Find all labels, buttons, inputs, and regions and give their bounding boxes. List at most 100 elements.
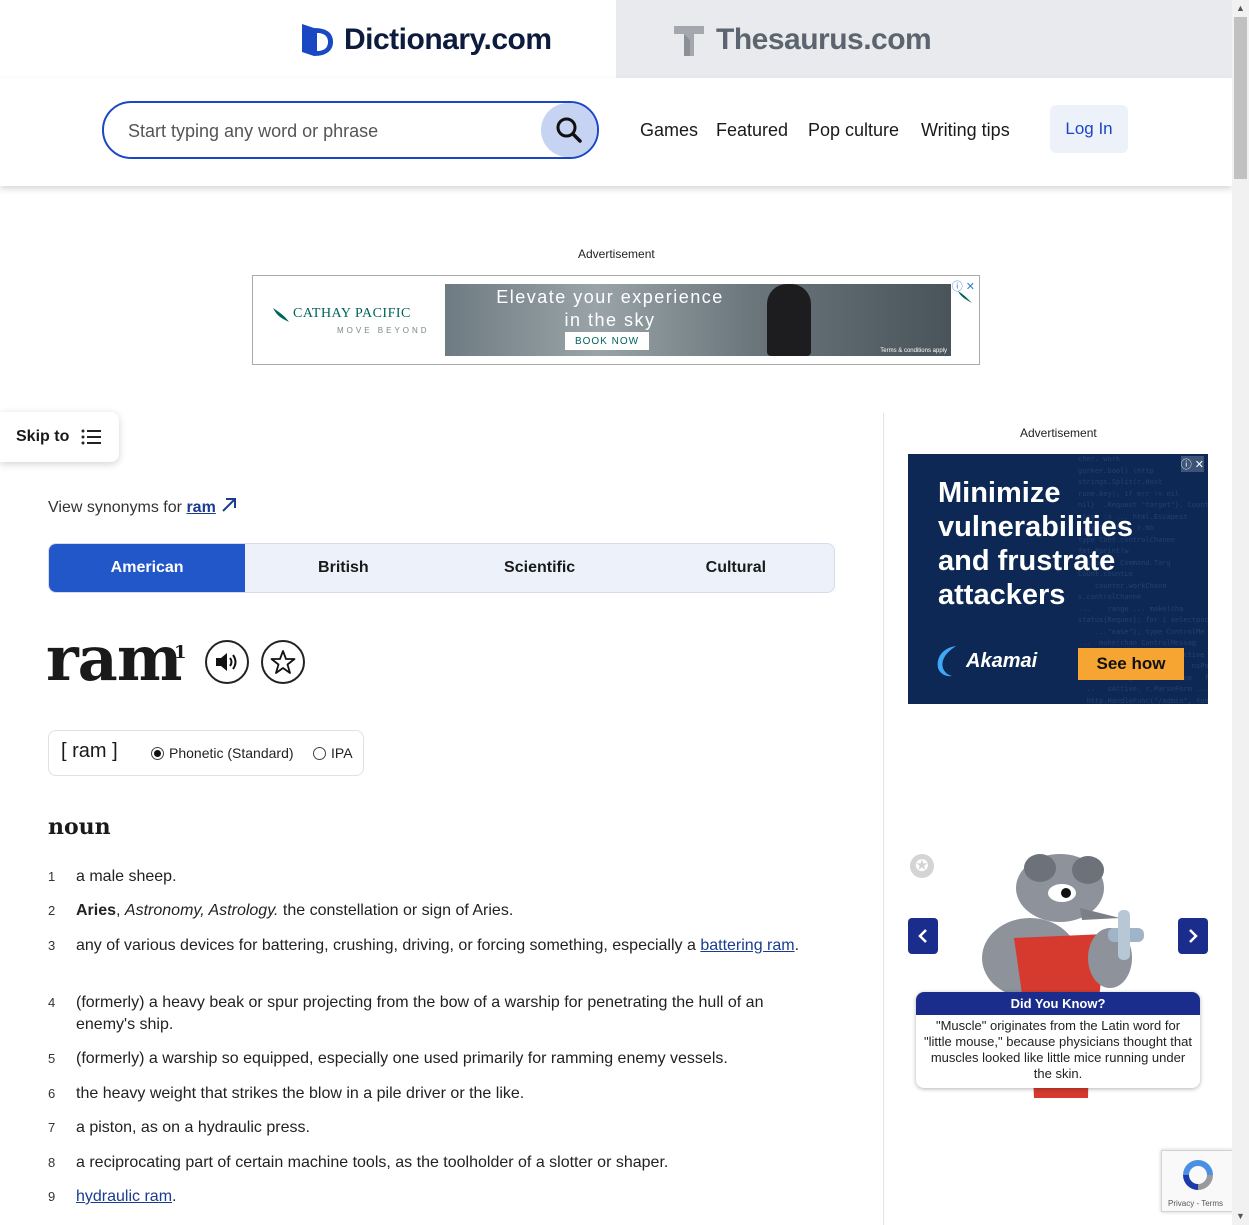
scroll-up-arrow-icon[interactable]: ▲ [1232, 0, 1249, 17]
dialect-tabs: American British Scientific Cultural [48, 543, 835, 593]
scroll-down-arrow-icon[interactable]: ▼ [1232, 1208, 1249, 1225]
favorite-button[interactable] [261, 640, 305, 684]
skip-to-label: Skip to [16, 428, 70, 445]
audio-button[interactable] [205, 640, 249, 684]
site-switcher: Dictionary.com Thesaurus.com [0, 0, 1232, 78]
cathay-terms: Terms & conditions apply [880, 348, 947, 354]
definition-text: any of various devices for battering, cr… [76, 937, 800, 954]
search-input[interactable] [128, 117, 528, 145]
nav-pop-culture[interactable]: Pop culture [808, 120, 899, 141]
search-icon [556, 117, 582, 143]
definition-text: Aries, Astronomy, Astrology. the constel… [76, 902, 514, 919]
nav-games[interactable]: Games [640, 120, 698, 141]
radio-ipa-label: IPA [331, 745, 353, 761]
akamai-cta-button[interactable]: See how [1078, 648, 1184, 680]
star-icon [270, 650, 296, 674]
skip-to-button[interactable]: Skip to [0, 412, 119, 462]
synonyms-prefix: View synonyms for [48, 499, 182, 516]
definition-text: hydraulic ram. [76, 1188, 177, 1205]
search-button[interactable] [541, 103, 597, 157]
definition-text: (formerly) a heavy beak or spur projecti… [76, 994, 764, 1033]
ad-label-side: Advertisement [1020, 426, 1097, 440]
did-you-know-widget: ✪ Did You Know? "Muscle" originates from… [908, 848, 1208, 1098]
page-scrollbar[interactable]: ▲ ▼ [1232, 0, 1249, 1225]
definition-number: 2 [48, 903, 56, 918]
dictionary-logo-icon [302, 24, 333, 56]
battering-ram-link[interactable]: battering ram [700, 937, 794, 954]
login-button[interactable]: Log In [1050, 105, 1128, 153]
nav-featured[interactable]: Featured [716, 120, 788, 141]
definition-number: 5 [48, 1051, 56, 1066]
header-bar: Games Featured Pop culture Writing tips … [0, 78, 1232, 186]
did-you-know-card[interactable]: Did You Know? "Muscle" originates from t… [916, 992, 1200, 1088]
nav-writing-tips[interactable]: Writing tips [921, 120, 1010, 141]
definition-number: 8 [48, 1155, 56, 1170]
definition-number: 9 [48, 1189, 56, 1204]
scroll-thumb[interactable] [1234, 17, 1247, 179]
akamai-logo: Akamai [934, 644, 1037, 678]
search-box [102, 101, 599, 159]
definition-text: the heavy weight that strikes the blow i… [76, 1085, 525, 1102]
akamai-headline: Minimize vulnerabilities and frustrate a… [938, 477, 1134, 611]
radio-ipa-control[interactable] [313, 746, 326, 760]
radio-phonetic-label: Phonetic (Standard) [169, 745, 294, 761]
pronunciation-text: [ ram ] [61, 740, 118, 762]
chevron-right-icon [1189, 929, 1198, 943]
thesaurus-logo-text: Thesaurus.com [716, 23, 932, 56]
definition-number: 3 [48, 938, 56, 953]
definition-number: 6 [48, 1086, 56, 1101]
list-icon [81, 429, 102, 445]
adchoices-icon[interactable]: ⓘ ✕ [1180, 456, 1204, 472]
cathay-corner-icon [958, 291, 972, 303]
side-banner-ad[interactable]: cher. work gorker.bool) (http strings.Sp… [908, 454, 1208, 704]
hydraulic-ram-link[interactable]: hydraulic ram [76, 1188, 172, 1205]
cathay-book-button[interactable]: BOOK NOW [565, 332, 649, 350]
tab-cultural[interactable]: Cultural [638, 544, 834, 592]
radio-ipa[interactable]: IPA [313, 745, 353, 761]
recaptcha-links: Privacy - Terms [1168, 1199, 1223, 1208]
synonyms-link[interactable]: ram [186, 499, 215, 516]
homograph-number: 1 [174, 642, 187, 663]
pronunciation-box: [ ram ] Phonetic (Standard) IPA [48, 730, 364, 776]
akamai-wave-icon [937, 646, 956, 677]
star-badge-icon: ✪ [910, 854, 934, 878]
external-arrow-icon[interactable] [220, 496, 238, 514]
recaptcha-terms-link[interactable]: Terms [1201, 1199, 1223, 1208]
definition-number: 1 [48, 869, 56, 884]
radio-phonetic[interactable]: Phonetic (Standard) [151, 745, 294, 761]
thesaurus-logo[interactable]: Thesaurus.com [672, 22, 932, 58]
dictionary-logo[interactable]: Dictionary.com [300, 22, 552, 58]
recaptcha-badge[interactable]: Privacy - Terms [1161, 1150, 1233, 1212]
definition-text: (formerly) a warship so equipped, especi… [76, 1050, 728, 1067]
headword: ram [46, 622, 182, 695]
cathay-headline: Elevate your experience in the sky [496, 287, 724, 330]
speaker-icon [216, 653, 237, 671]
cathay-person-image [767, 284, 811, 356]
recaptcha-icon [1183, 1160, 1213, 1190]
recaptcha-privacy-link[interactable]: Privacy [1168, 1199, 1194, 1208]
cathay-tagline: MOVE BEYOND [337, 326, 430, 335]
dictionary-logo-text: Dictionary.com [344, 23, 552, 56]
chevron-left-icon [918, 929, 927, 943]
cathay-logo-icon [273, 308, 289, 322]
tab-american[interactable]: American [49, 544, 246, 592]
tab-british[interactable]: British [245, 544, 441, 592]
definition-text: a reciprocating part of certain machine … [76, 1154, 669, 1171]
top-banner-ad[interactable]: CATHAY PACIFIC MOVE BEYOND Elevate your … [252, 275, 980, 365]
cathay-ad-photo: Elevate your experience in the sky BOOK … [445, 284, 951, 356]
rail-divider [883, 413, 884, 1225]
prev-arrow-button[interactable] [908, 918, 938, 954]
radio-phonetic-control[interactable] [151, 746, 164, 760]
view-synonyms: View synonyms for ram [48, 496, 238, 517]
part-of-speech: noun [48, 814, 111, 840]
did-you-know-body: "Muscle" originates from the Latin word … [924, 1018, 1192, 1081]
definition-text: a male sheep. [76, 868, 177, 885]
next-arrow-button[interactable] [1178, 918, 1208, 954]
definition-number: 4 [48, 995, 56, 1010]
definition-number: 7 [48, 1120, 56, 1135]
akamai-logo-text: Akamai [966, 649, 1038, 672]
ad-label-top: Advertisement [578, 247, 655, 261]
cathay-logo: CATHAY PACIFIC [293, 306, 411, 321]
definition-text: a piston, as on a hydraulic press. [76, 1119, 310, 1136]
tab-scientific[interactable]: Scientific [442, 544, 638, 592]
